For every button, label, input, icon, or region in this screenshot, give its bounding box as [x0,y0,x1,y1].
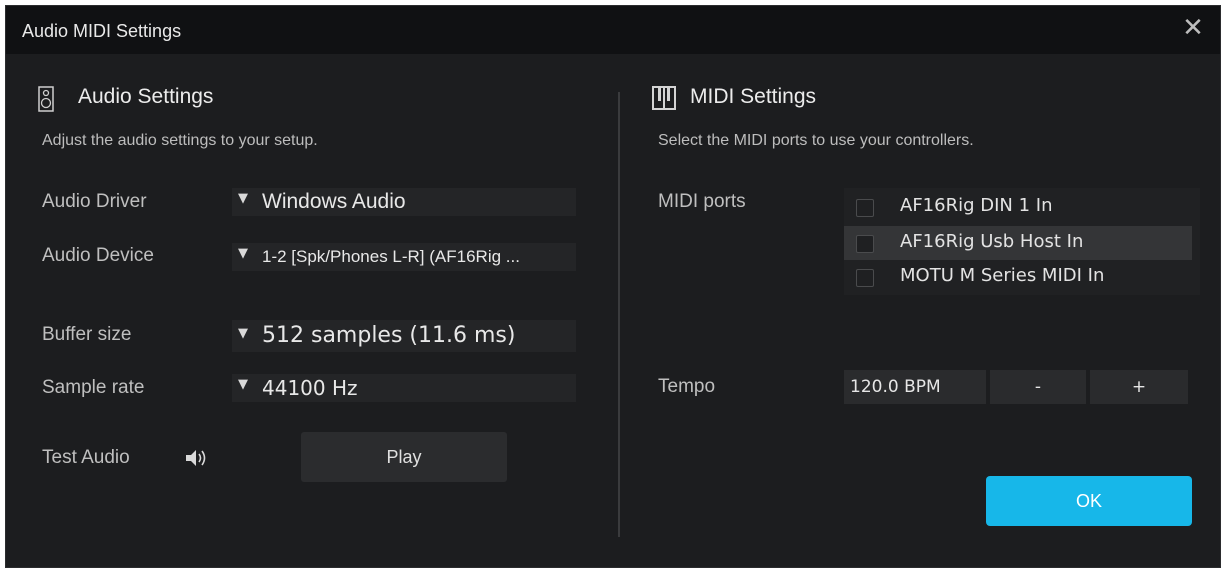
window-title: Audio MIDI Settings [22,21,182,41]
tempo-decrement-button[interactable]: - [990,370,1086,404]
minus-label: - [1034,377,1042,397]
midi-port-row[interactable]: AF16Rig DIN 1 In [844,190,1192,224]
play-button-label: Play [386,447,422,467]
section-divider [618,92,620,537]
volume-icon [184,448,210,472]
port-name: MOTU M Series MIDI In [900,265,1105,286]
ok-button[interactable]: OK [986,476,1192,526]
port-name: AF16Rig Usb Host In [900,231,1084,252]
midi-ports-list: AF16Rig DIN 1 In AF16Rig Usb Host In MOT… [844,188,1200,295]
play-button[interactable]: Play [301,432,507,482]
tempo-value: 120.0 BPM [850,377,941,397]
audio-driver-dropdown[interactable]: ▼ Windows Audio [232,188,576,216]
audio-midi-settings-dialog: Audio MIDI Settings ✕ Audio Settings Adj… [5,5,1221,568]
chevron-down-icon: ▼ [238,246,248,261]
midi-settings-subtitle: Select the MIDI ports to use your contro… [658,132,974,149]
port-checkbox[interactable] [856,235,874,253]
buffer-size-dropdown[interactable]: ▼ 512 samples (11.6 ms) [232,320,576,352]
port-checkbox[interactable] [856,199,874,217]
chevron-down-icon: ▼ [238,191,248,206]
midi-settings-heading: MIDI Settings [690,85,817,108]
midi-port-row[interactable]: AF16Rig Usb Host In [844,226,1192,260]
tempo-increment-button[interactable]: + [1090,370,1188,404]
chevron-down-icon: ▼ [238,377,248,392]
test-audio-label: Test Audio [42,447,130,468]
tempo-label: Tempo [658,376,716,397]
audio-settings-heading: Audio Settings [78,85,214,108]
port-name: AF16Rig DIN 1 In [900,195,1053,216]
midi-port-row[interactable]: MOTU M Series MIDI In [844,260,1192,294]
port-checkbox[interactable] [856,269,874,287]
buffer-size-value: 512 samples (11.6 ms) [262,323,516,348]
title-bar: Audio MIDI Settings ✕ [6,6,1220,54]
sample-rate-label: Sample rate [42,377,145,398]
plus-label: + [1131,377,1147,397]
audio-device-dropdown[interactable]: ▼ 1-2 [Spk/Phones L-R] (AF16Rig ... [232,243,576,271]
sample-rate-dropdown[interactable]: ▼ 44100 Hz [232,374,576,402]
tempo-field[interactable]: 120.0 BPM [844,370,986,404]
close-icon[interactable]: ✕ [1180,15,1206,41]
audio-driver-value: Windows Audio [262,190,406,213]
sample-rate-value: 44100 Hz [262,376,358,400]
audio-driver-label: Audio Driver [42,191,147,212]
piano-icon [652,86,676,114]
speaker-icon [38,86,54,117]
chevron-down-icon: ▼ [238,326,248,341]
ok-button-label: OK [1075,491,1102,511]
buffer-size-label: Buffer size [42,324,132,345]
audio-device-label: Audio Device [42,245,154,266]
midi-ports-label: MIDI ports [658,191,746,212]
audio-settings-subtitle: Adjust the audio settings to your setup. [42,132,318,149]
audio-device-value: 1-2 [Spk/Phones L-R] (AF16Rig ... [262,247,520,266]
